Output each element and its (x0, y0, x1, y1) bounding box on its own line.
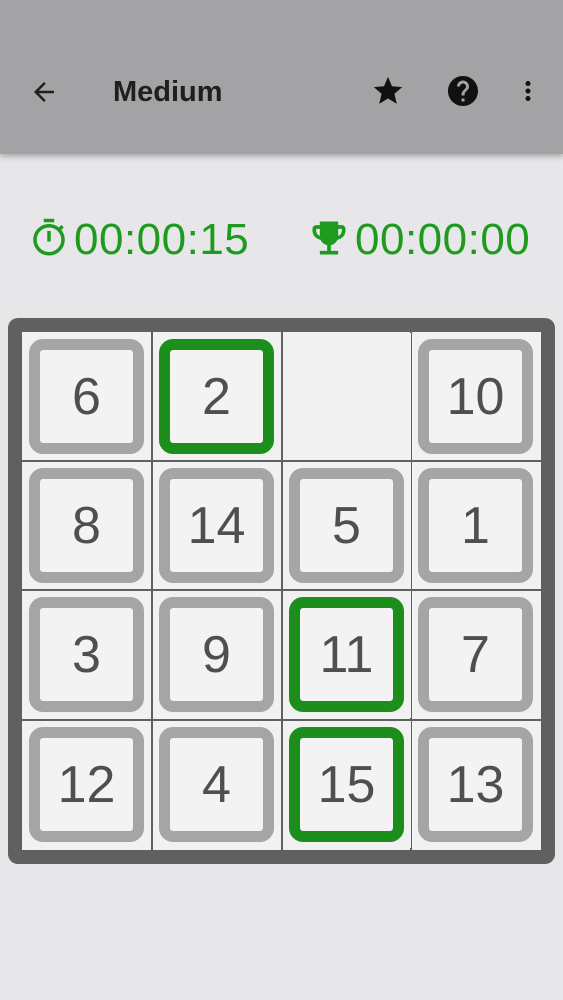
tile-8[interactable]: 8 (29, 468, 144, 583)
stopwatch-icon (28, 217, 70, 264)
board-cell[interactable]: 7 (413, 591, 540, 718)
tile-6[interactable]: 6 (29, 339, 144, 454)
board-cell[interactable]: 9 (154, 591, 281, 718)
board-cell[interactable]: 11 (284, 591, 411, 718)
board-cell[interactable]: 15 (284, 721, 411, 848)
board-cell[interactable]: 10 (413, 333, 540, 460)
board-grid: 6 2 10 8 14 5 1 3 9 11 7 12 4 15 13 (22, 332, 541, 850)
tile-15[interactable]: 15 (289, 727, 404, 842)
app-bar: Medium (0, 0, 563, 154)
back-arrow-icon[interactable] (22, 70, 66, 114)
board-cell[interactable]: 5 (284, 462, 411, 589)
board-cell[interactable]: 6 (24, 333, 151, 460)
more-vert-icon[interactable] (510, 69, 546, 113)
board-cell[interactable]: 1 (413, 462, 540, 589)
tile-13[interactable]: 13 (418, 727, 533, 842)
tile-9[interactable]: 9 (159, 597, 274, 712)
tile-5[interactable]: 5 (289, 468, 404, 583)
board-cell[interactable]: 14 (154, 462, 281, 589)
board-cell[interactable]: 8 (24, 462, 151, 589)
board-cell[interactable]: 2 (154, 333, 281, 460)
board-cell[interactable]: 13 (413, 721, 540, 848)
star-icon[interactable] (366, 69, 410, 113)
tile-7[interactable]: 7 (418, 597, 533, 712)
board-cell[interactable]: 12 (24, 721, 151, 848)
trophy-icon (307, 216, 351, 265)
empty-cell (284, 333, 411, 460)
board-cell[interactable]: 3 (24, 591, 151, 718)
tile-10[interactable]: 10 (418, 339, 533, 454)
tile-3[interactable]: 3 (29, 597, 144, 712)
elapsed-timer: 00:00:15 (28, 210, 249, 270)
tile-11[interactable]: 11 (289, 597, 404, 712)
tile-2[interactable]: 2 (159, 339, 274, 454)
page-title: Medium (113, 76, 223, 108)
tile-14[interactable]: 14 (159, 468, 274, 583)
board-cell[interactable]: 4 (154, 721, 281, 848)
tile-1[interactable]: 1 (418, 468, 533, 583)
help-icon[interactable] (441, 69, 485, 113)
tile-12[interactable]: 12 (29, 727, 144, 842)
best-timer: 00:00:00 (307, 210, 530, 270)
best-time: 00:00:00 (355, 215, 531, 264)
puzzle-board: 6 2 10 8 14 5 1 3 9 11 7 12 4 15 13 (8, 318, 555, 864)
elapsed-time: 00:00:15 (74, 215, 250, 264)
tile-4[interactable]: 4 (159, 727, 274, 842)
